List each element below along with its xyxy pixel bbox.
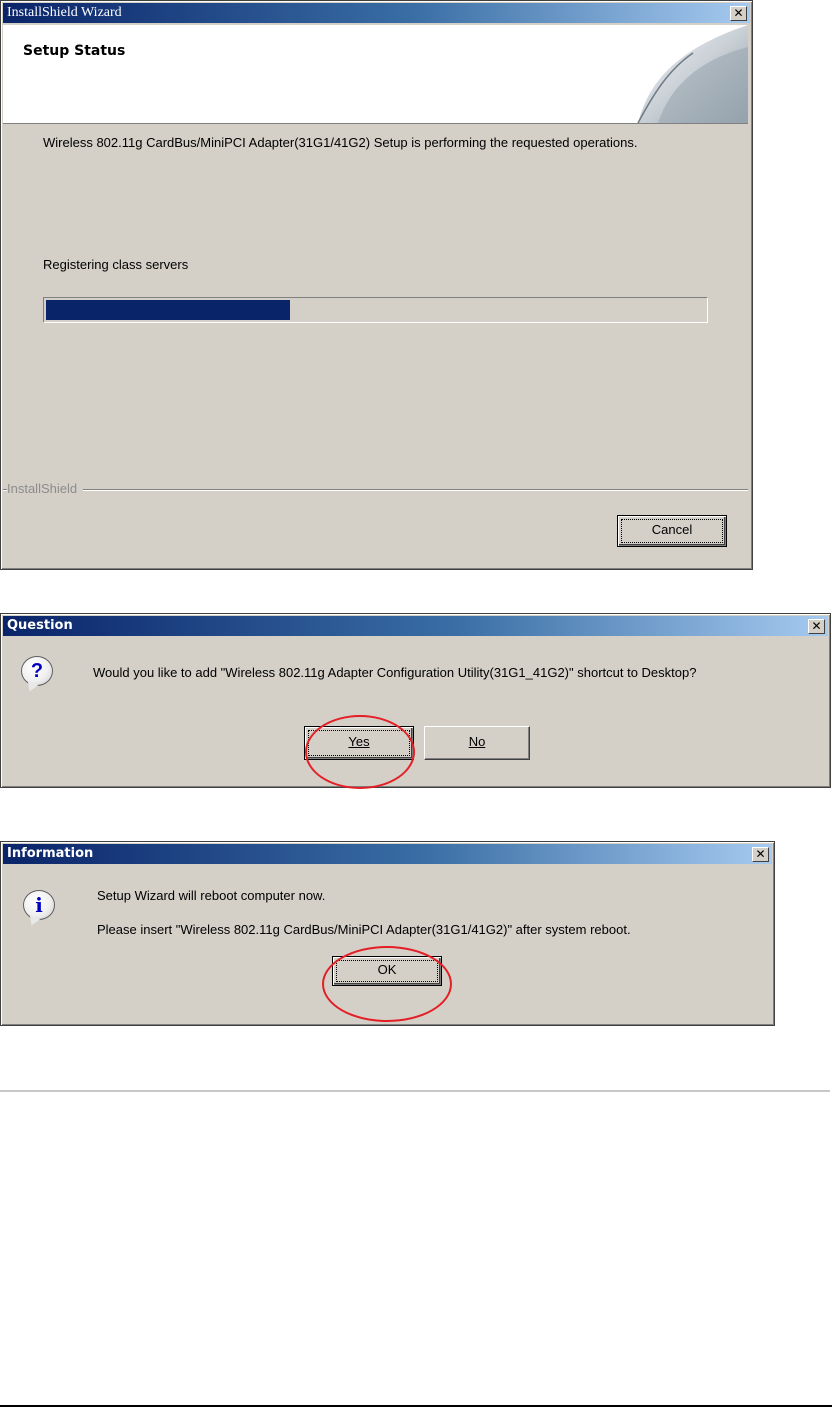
info-icon-glyph: i — [35, 893, 43, 917]
no-button-label: No — [468, 734, 486, 749]
question-title: Question — [7, 618, 73, 633]
info-titlebar[interactable]: Information ✕ — [3, 844, 772, 864]
cancel-button-label: Cancel — [651, 522, 693, 537]
question-titlebar[interactable]: Question ✕ — [3, 616, 828, 636]
wizard-title: InstallShield Wizard — [7, 5, 122, 20]
installshield-brand-label: InstallShield — [7, 481, 84, 496]
wizard-close-icon[interactable]: ✕ — [730, 6, 747, 21]
question-dialog: Question ✕ ? Would you like to add "Wire… — [0, 613, 831, 788]
information-icon: i — [23, 890, 55, 920]
info-title: Information — [7, 846, 94, 861]
cancel-button[interactable]: Cancel — [617, 515, 727, 547]
question-message: Would you like to add "Wireless 802.11g … — [93, 665, 697, 680]
info-line-2: Please insert "Wireless 802.11g CardBus/… — [97, 922, 631, 937]
brand-divider — [3, 489, 748, 491]
info-line-1: Setup Wizard will reboot computer now. — [97, 888, 326, 903]
progress-bar-fill — [46, 300, 290, 320]
info-close-icon[interactable]: ✕ — [752, 847, 769, 862]
wizard-status-text: Registering class servers — [43, 257, 189, 272]
question-close-icon[interactable]: ✕ — [808, 619, 825, 634]
installshield-wizard-window: InstallShield Wizard ✕ Setup Status Wire… — [0, 0, 753, 570]
no-button[interactable]: No — [424, 726, 530, 760]
wizard-header-panel: Setup Status — [3, 25, 748, 124]
wizard-titlebar[interactable]: InstallShield Wizard ✕ — [3, 3, 750, 23]
page-curl-graphic — [637, 25, 748, 123]
progress-bar — [43, 297, 708, 323]
ok-highlight-ring — [322, 946, 452, 1022]
question-icon: ? — [21, 656, 53, 686]
question-icon-glyph: ? — [30, 660, 44, 682]
header-title: Setup Status — [23, 43, 126, 59]
page-divider-rule — [0, 1090, 830, 1092]
page-footer-rule — [0, 1405, 832, 1407]
wizard-description: Wireless 802.11g CardBus/MiniPCI Adapter… — [43, 135, 638, 150]
yes-highlight-ring — [305, 715, 415, 789]
